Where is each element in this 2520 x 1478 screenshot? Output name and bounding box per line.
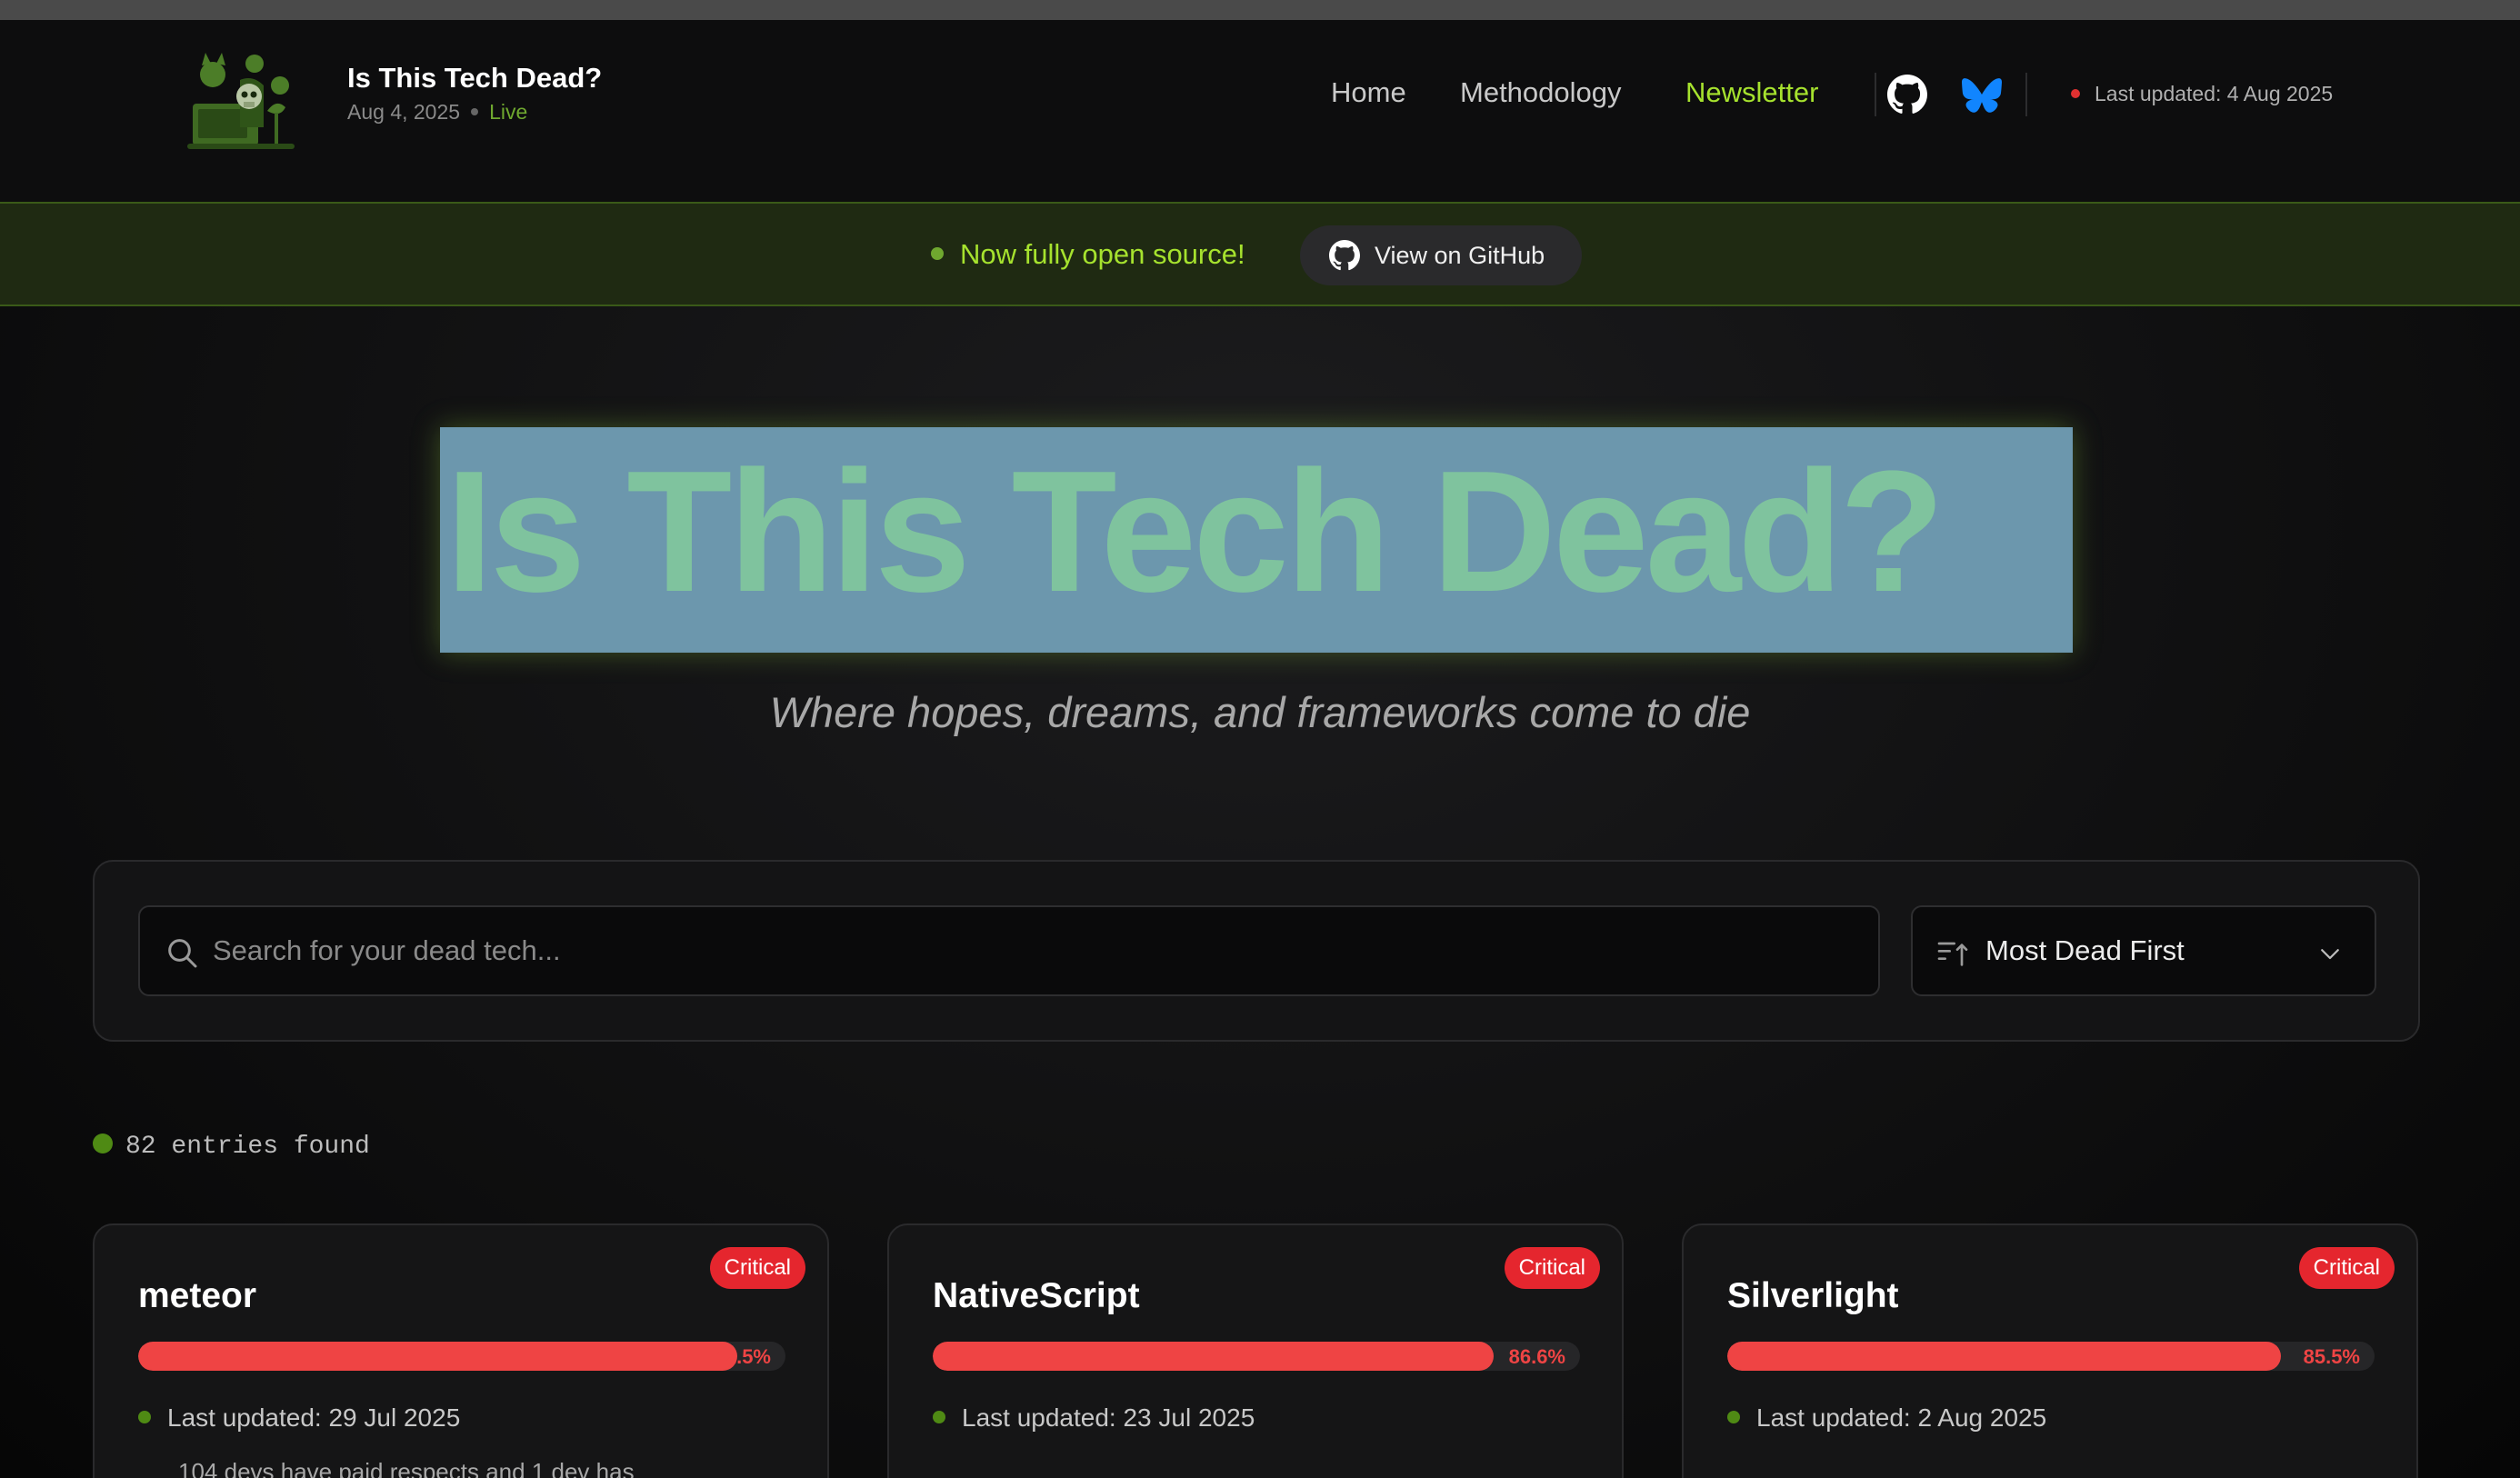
updated-dot: [933, 1411, 945, 1424]
site-header: Is This Tech Dead? Aug 4, 2025 Live Home …: [0, 20, 2520, 202]
card-last-updated-text: Last updated: 2 Aug 2025: [1756, 1403, 2047, 1432]
banner-message-text: Now fully open source!: [960, 238, 1245, 270]
hero-subtitle: Where hopes, dreams, and frameworks come…: [769, 688, 1751, 736]
card-title: Silverlight: [1727, 1276, 1899, 1315]
results-count: 82 entries found: [93, 1133, 370, 1161]
sort-ascending-icon: [1937, 942, 1968, 966]
status-badge: Critical: [709, 1247, 805, 1289]
card-last-updated-text: Last updated: 29 Jul 2025: [167, 1403, 461, 1432]
card-last-updated: Last updated: 23 Jul 2025: [933, 1403, 1255, 1433]
updated-dot: [1727, 1411, 1740, 1424]
status-dot: [2071, 88, 2080, 98]
death-score-bar: 92.5%: [138, 1342, 785, 1371]
death-score-label: 86.6%: [1508, 1345, 1565, 1368]
page: Is This Tech Dead? Aug 4, 2025 Live Home …: [0, 0, 2520, 1478]
tech-card-meteor[interactable]: meteor Critical 92.5% Last updated: 29 J…: [93, 1223, 829, 1478]
chevron-down-icon: [2321, 949, 2339, 960]
search-input[interactable]: [213, 907, 1849, 994]
open-source-banner: Now fully open source! View on GitHub: [0, 202, 2520, 306]
site-date: Aug 4, 2025: [347, 100, 461, 124]
banner-message: Now fully open source!: [931, 238, 1245, 271]
site-title[interactable]: Is This Tech Dead?: [347, 62, 602, 95]
results-dot: [93, 1133, 113, 1154]
sort-select[interactable]: Most Dead First: [1911, 905, 2376, 996]
tech-card-nativescript[interactable]: NativeScript Critical 86.6% Last updated…: [887, 1223, 1624, 1478]
results-count-text: 82 entries found: [125, 1133, 370, 1161]
separator-dot: [471, 107, 479, 115]
hero-title: Is This Tech Dead?: [445, 435, 1945, 628]
death-score-bar: 85.5%: [1727, 1342, 2375, 1371]
nav-home[interactable]: Home: [1331, 76, 1406, 109]
search-panel: Most Dead First: [93, 860, 2420, 1042]
status-badge: Critical: [1504, 1247, 1600, 1289]
search-box[interactable]: [138, 905, 1880, 996]
live-status: Live: [489, 100, 528, 124]
banner-dot: [931, 246, 944, 260]
github-icon: [1329, 240, 1360, 271]
search-icon: [168, 939, 197, 968]
site-subtitle: Aug 4, 2025 Live: [347, 100, 527, 125]
hero-title-selection: Is This Tech Dead?: [440, 427, 2073, 653]
nav-methodology[interactable]: Methodology: [1460, 76, 1622, 109]
card-last-updated-text: Last updated: 23 Jul 2025: [962, 1403, 1255, 1432]
card-respects: 104 devs have paid respects and 1 dev ha…: [178, 1458, 635, 1478]
card-last-updated: Last updated: 2 Aug 2025: [1727, 1403, 2046, 1433]
status-badge: Critical: [2298, 1247, 2395, 1289]
card-title: meteor: [138, 1276, 257, 1315]
tech-card-silverlight[interactable]: Silverlight Critical 85.5% Last updated:…: [1682, 1223, 2418, 1478]
browser-top-strip: [0, 0, 2520, 20]
nav-divider-2: [2025, 73, 2027, 116]
updated-dot: [138, 1411, 151, 1424]
nav-newsletter[interactable]: Newsletter: [1685, 76, 1818, 109]
nav-divider: [1875, 73, 1876, 116]
bluesky-icon[interactable]: [1962, 75, 2002, 115]
death-score-label: 92.5%: [714, 1345, 771, 1368]
death-score-bar: 86.6%: [933, 1342, 1580, 1371]
death-score-fill: [933, 1342, 1494, 1371]
skull-logo-icon[interactable]: [185, 47, 300, 155]
death-score-label: 85.5%: [2303, 1345, 2360, 1368]
card-title: NativeScript: [933, 1276, 1140, 1315]
last-updated-text: Last updated: 4 Aug 2025: [2095, 82, 2334, 105]
death-score-fill: [138, 1342, 737, 1371]
sort-selected-label: Most Dead First: [1985, 934, 2185, 966]
view-on-github-label: View on GitHub: [1375, 241, 1545, 269]
card-last-updated: Last updated: 29 Jul 2025: [138, 1403, 460, 1433]
death-score-fill: [1727, 1342, 2281, 1371]
view-on-github-button[interactable]: View on GitHub: [1300, 225, 1582, 285]
github-icon[interactable]: [1887, 75, 1927, 115]
last-updated-status: Last updated: 4 Aug 2025: [2071, 82, 2333, 106]
